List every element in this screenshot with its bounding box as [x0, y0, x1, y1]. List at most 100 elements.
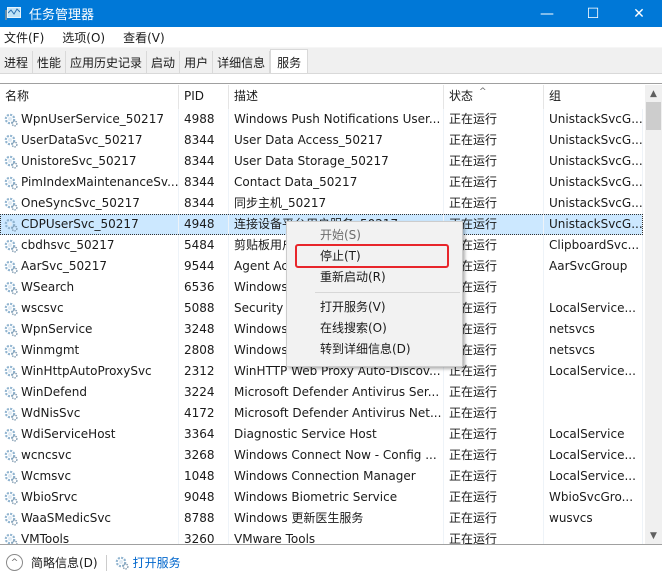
context-menu-item-search-online[interactable]: 在线搜索(O)	[287, 318, 462, 339]
table-row[interactable]: UnistoreSvc_50217 8344 User Data Storage_5…	[0, 151, 643, 172]
group-cell	[544, 403, 643, 424]
group-cell: UnistackSvcG...	[544, 130, 643, 151]
context-menu-item-restart[interactable]: 重新启动(R)	[287, 267, 462, 288]
table-row[interactable]: WbioSrvc 9048 Windows Biometric Service 正在运…	[0, 487, 643, 508]
service-name: OneSyncSvc_50217	[21, 196, 140, 210]
scroll-down-icon[interactable]: ▼	[645, 527, 662, 544]
table-row[interactable]: Wcmsvc 1048 Windows Connection Manager 正在运行…	[0, 466, 643, 487]
vertical-scrollbar[interactable]: ▲ ▼	[645, 85, 662, 544]
group-cell: UnistackSvcG...	[544, 214, 643, 235]
gear-icon	[4, 260, 18, 274]
fewer-details-button[interactable]: ^ 简略信息(D)	[6, 554, 98, 571]
status-cell: 正在运行	[444, 424, 544, 445]
column-header-status[interactable]: ^ 状态	[444, 85, 544, 109]
description-cell: Diagnostic Service Host	[229, 424, 444, 445]
service-name-cell: OneSyncSvc_50217	[0, 193, 179, 214]
tab-performance[interactable]: 性能	[33, 51, 67, 73]
pid-cell: 1048	[179, 466, 229, 487]
service-name-cell: Wcmsvc	[0, 466, 179, 487]
description-cell: Contact Data_50217	[229, 172, 444, 193]
service-name-cell: CDPUserSvc_50217	[0, 214, 179, 235]
tab-services[interactable]: 服务	[270, 49, 309, 74]
group-cell	[544, 382, 643, 403]
pid-cell: 4988	[179, 109, 229, 130]
table-row[interactable]: PimIndexMaintenanceSv... 8344 Contact Data…	[0, 172, 643, 193]
minimize-button[interactable]: —	[524, 0, 570, 27]
status-cell: 正在运行	[444, 508, 544, 529]
group-cell: WbioSvcGro...	[544, 487, 643, 508]
maximize-button[interactable]: ☐	[570, 0, 616, 27]
column-header-description[interactable]: 描述	[229, 85, 444, 109]
tab-app-history[interactable]: 应用历史记录	[66, 51, 148, 73]
table-row[interactable]: WaaSMedicSvc 8788 Windows 更新医生服务 正在运行 wusvcs	[0, 508, 643, 529]
service-name-cell: WinDefend	[0, 382, 179, 403]
tab-users[interactable]: 用户	[180, 51, 214, 73]
menu-options[interactable]: 选项(O)	[58, 29, 109, 46]
column-header-group[interactable]: 组	[544, 85, 643, 109]
gear-icon	[4, 218, 18, 232]
gear-icon	[4, 491, 18, 505]
group-cell: wusvcs	[544, 508, 643, 529]
service-name-cell: WdiServiceHost	[0, 424, 179, 445]
table-row[interactable]: WdiServiceHost 3364 Diagnostic Service Hos…	[0, 424, 643, 445]
table-row[interactable]: WpnUserService_50217 4988 Windows Push Not…	[0, 109, 643, 130]
service-name: VMTools	[21, 532, 70, 544]
column-header-name[interactable]: 名称	[0, 85, 179, 109]
sort-ascending-icon: ^	[479, 87, 487, 97]
table-row[interactable]: WdNisSvc 4172 Microsoft Defender Antivirus…	[0, 403, 643, 424]
maximize-icon: ☐	[586, 5, 600, 22]
status-cell: 正在运行	[444, 172, 544, 193]
table-row[interactable]: wcncsvc 3268 Windows Connect Now - Config …	[0, 445, 643, 466]
status-cell: 正在运行	[444, 130, 544, 151]
scroll-up-icon[interactable]: ▲	[645, 85, 662, 102]
column-header-label: 名称	[5, 89, 30, 103]
header-spacer	[0, 74, 662, 84]
tab-startup[interactable]: 启动	[147, 51, 181, 73]
service-name: WdNisSvc	[21, 406, 81, 420]
pid-cell: 5088	[179, 298, 229, 319]
pid-cell: 3248	[179, 319, 229, 340]
status-cell: 正在运行	[444, 403, 544, 424]
tab-details[interactable]: 详细信息	[213, 51, 271, 73]
menu-file[interactable]: 文件(F)	[0, 29, 48, 46]
open-services-link[interactable]: 打开服务	[115, 554, 181, 571]
description-cell: VMware Tools	[229, 529, 444, 544]
tab-processes[interactable]: 进程	[0, 51, 34, 73]
table-row[interactable]: WinDefend 3224 Microsoft Defender Antiviru…	[0, 382, 643, 403]
scroll-thumb[interactable]	[646, 102, 661, 130]
service-name: PimIndexMaintenanceSv...	[21, 175, 179, 189]
status-cell: 正在运行	[444, 109, 544, 130]
service-name-cell: cbdhsvc_50217	[0, 235, 179, 256]
gear-icon	[4, 512, 18, 526]
pid-cell: 2808	[179, 340, 229, 361]
title-bar: 任务管理器 — ☐ ✕	[0, 0, 662, 27]
column-header-pid[interactable]: PID	[179, 85, 229, 109]
service-name-cell: WpnUserService_50217	[0, 109, 179, 130]
service-name: UserDataSvc_50217	[21, 133, 143, 147]
context-menu-item-open-services[interactable]: 打开服务(V)	[287, 297, 462, 318]
status-cell: 正在运行	[444, 529, 544, 544]
chevron-up-icon: ^	[6, 554, 23, 571]
description-cell: Microsoft Defender Antivirus Net...	[229, 403, 444, 424]
menu-view[interactable]: 查看(V)	[119, 29, 169, 46]
table-row[interactable]: VMTools 3260 VMware Tools 正在运行	[0, 529, 643, 544]
group-cell: UnistackSvcG...	[544, 172, 643, 193]
gear-icon	[4, 386, 18, 400]
description-cell: Windows Biometric Service	[229, 487, 444, 508]
service-name: wscsvc	[21, 301, 64, 315]
table-header: 名称 PID 描述 ^ 状态 组	[0, 85, 643, 109]
group-cell: AarSvcGroup	[544, 256, 643, 277]
pid-cell: 4948	[179, 214, 229, 235]
service-name: Wcmsvc	[21, 469, 72, 483]
pid-cell: 8344	[179, 172, 229, 193]
gear-icon	[115, 556, 129, 570]
table-row[interactable]: OneSyncSvc_50217 8344 同步主机_50217 正在运行 Unista…	[0, 193, 643, 214]
service-name-cell: VMTools	[0, 529, 179, 544]
menu-bar: 文件(F) 选项(O) 查看(V)	[0, 27, 662, 47]
gear-icon	[4, 323, 18, 337]
close-button[interactable]: ✕	[616, 0, 662, 27]
context-menu-item-go-to-details[interactable]: 转到详细信息(D)	[287, 339, 462, 360]
gear-icon	[4, 239, 18, 253]
tab-strip: 进程 性能 应用历史记录 启动 用户 详细信息 服务	[0, 49, 309, 74]
table-row[interactable]: UserDataSvc_50217 8344 User Data Access_50…	[0, 130, 643, 151]
